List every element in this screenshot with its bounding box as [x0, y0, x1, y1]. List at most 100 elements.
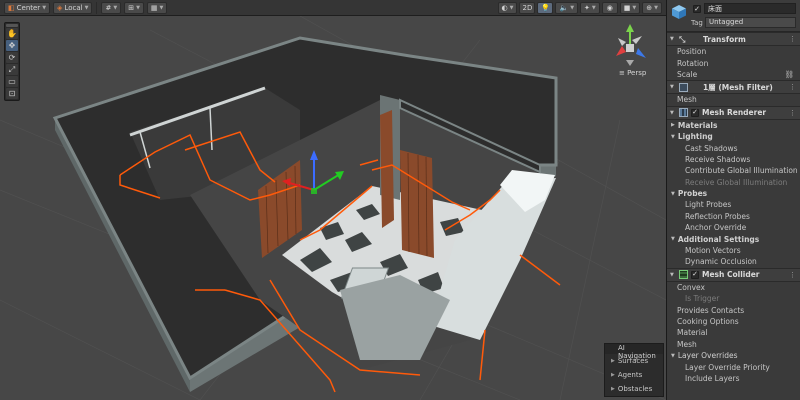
gizmo-axis-x-icon[interactable] — [616, 46, 626, 56]
chevron-down-icon: ▼ — [632, 5, 637, 11]
transform-header[interactable]: ▼ ⤡ Transform ⋮ — [667, 32, 800, 46]
link-icon[interactable]: ⛓ — [784, 70, 794, 79]
convex-field[interactable]: Convex — [667, 282, 800, 293]
motion-vectors-field[interactable]: Motion Vectors — [667, 245, 800, 256]
tag-dropdown[interactable]: Untagged — [705, 17, 796, 28]
property-label: Layer Override Priority — [685, 362, 770, 372]
section-label: Probes — [677, 189, 708, 199]
cast-shadows-field[interactable]: Cast Shadows — [667, 142, 800, 153]
scale-tool-icon[interactable]: ⤢ — [6, 64, 18, 75]
gizmo-neg-y-icon[interactable] — [626, 60, 634, 66]
inspector-panel: ✓ 床面 Tag Untagged ▼ ⤡ Transform ⋮ Positi… — [666, 0, 800, 400]
visibility-toggle-button[interactable]: ◉ — [601, 2, 618, 14]
gizmo-center-cube[interactable] — [626, 44, 634, 52]
object-name-field[interactable]: 床面 — [704, 3, 796, 14]
gizmo-neg-axis-icon[interactable] — [618, 38, 626, 46]
collider-mesh-field[interactable]: Mesh — [667, 339, 800, 350]
dynamic-occlusion-field[interactable]: Dynamic Occlusion — [667, 256, 800, 267]
door-right — [400, 150, 434, 258]
ai-nav-item-agents[interactable]: ▶ Agents — [605, 368, 663, 382]
light-probes-field[interactable]: Light Probes — [667, 199, 800, 210]
increment-snap-button[interactable]: ⊞ ▼ — [124, 1, 144, 14]
kebab-menu-icon[interactable]: ⋮ — [789, 83, 796, 91]
pivot-rotation-label: Local — [64, 3, 83, 12]
ai-navigation-overlay: AI Navigation ▶ Surfaces ▶ Agents ▶ Obst… — [604, 343, 664, 397]
chevron-right-icon: ▶ — [671, 122, 675, 129]
ai-nav-item-obstacles[interactable]: ▶ Obstacles — [605, 382, 663, 396]
property-label: Scale — [677, 69, 698, 79]
chevron-right-icon: ▶ — [611, 372, 615, 378]
pivot-rotation-dropdown[interactable]: ◈ Local ▼ — [53, 1, 93, 14]
active-checkbox[interactable]: ✓ — [693, 5, 701, 13]
contribute-gi-field[interactable]: Contribute Global Illumination — [667, 165, 800, 176]
audio-toggle-button[interactable]: 🔈 ▼ — [555, 2, 579, 14]
grid-visibility-button[interactable]: ▦ ▼ — [146, 1, 168, 14]
palette-grip[interactable] — [6, 24, 18, 27]
mesh-renderer-enabled-checkbox[interactable]: ✓ — [691, 108, 699, 117]
lighting-toggle-button[interactable]: 💡 — [537, 2, 554, 14]
materials-section[interactable]: ▶ Materials — [667, 120, 800, 131]
receive-shadows-field[interactable]: Receive Shadows — [667, 154, 800, 165]
eye-slash-icon: ◉ — [606, 4, 613, 12]
gizmo-plane-handle[interactable] — [311, 188, 317, 194]
scene-view[interactable]: ◧ Center ▼ ◈ Local ▼ # ▼ ⊞ ▼ ▦ ▼ ◐ ▼ 2D … — [0, 0, 666, 400]
kebab-menu-icon[interactable]: ⋮ — [789, 35, 796, 43]
cooking-options-field[interactable]: Cooking Options — [667, 316, 800, 327]
kebab-menu-icon[interactable]: ⋮ — [789, 109, 796, 117]
chevron-down-icon: ▼ — [42, 4, 47, 11]
grid-icon: # — [105, 3, 112, 12]
mesh-field[interactable]: Mesh — [667, 94, 800, 105]
effects-button[interactable]: ✦ ▼ — [580, 2, 600, 14]
property-label: Cooking Options — [677, 317, 739, 326]
section-label: Additional Settings — [677, 234, 760, 244]
scene-viewport[interactable] — [0, 16, 666, 400]
reflection-probes-field[interactable]: Reflection Probes — [667, 211, 800, 222]
projection-label[interactable]: ≡ Persp — [619, 69, 646, 77]
transform-tool-icon[interactable]: ⊡ — [6, 88, 18, 99]
provides-contacts-field[interactable]: Provides Contacts — [667, 304, 800, 315]
additional-settings-section[interactable]: ▼ Additional Settings — [667, 233, 800, 244]
collider-material-field[interactable]: Material — [667, 327, 800, 338]
rect-tool-icon[interactable]: ▭ — [6, 76, 18, 87]
is-trigger-field: Is Trigger — [667, 293, 800, 304]
position-field[interactable]: Position — [667, 46, 800, 57]
hand-tool-icon[interactable]: ✋ — [6, 28, 18, 39]
cube-icon — [672, 5, 686, 19]
property-label: Material — [677, 328, 708, 338]
property-label: Reflection Probes — [685, 211, 750, 221]
gizmo-axis-z-icon[interactable] — [636, 48, 646, 58]
property-label: Receive Shadows — [685, 154, 751, 164]
transform-icon: ⤡ — [679, 34, 686, 44]
camera-settings-button[interactable]: ■ ▼ — [619, 2, 641, 14]
gizmos-button[interactable]: ⊕ ▼ — [642, 2, 662, 14]
property-label: Anchor Override — [685, 223, 747, 233]
grid-snap-button[interactable]: # ▼ — [101, 1, 122, 14]
chevron-down-icon: ▼ — [84, 4, 89, 11]
probes-section[interactable]: ▼ Probes — [667, 188, 800, 199]
tag-label: Tag — [691, 19, 703, 27]
layer-override-priority-field[interactable]: Layer Override Priority — [667, 361, 800, 372]
rotation-field[interactable]: Rotation — [667, 57, 800, 68]
scale-field[interactable]: Scale ⛓ — [667, 69, 800, 80]
layer-overrides-section[interactable]: ▼ Layer Overrides — [667, 350, 800, 361]
move-tool-icon[interactable]: ✥ — [6, 40, 18, 51]
chevron-down-icon: ▼ — [509, 5, 514, 11]
include-layers-field[interactable]: Include Layers — [667, 373, 800, 384]
toggle-2d-button[interactable]: 2D — [519, 2, 536, 14]
chevron-down-icon: ▼ — [671, 352, 675, 359]
mesh-renderer-header[interactable]: ▼ ✓ Mesh Renderer ⋮ — [667, 105, 800, 120]
kebab-menu-icon[interactable]: ⋮ — [789, 271, 796, 279]
property-label: Rotation — [677, 58, 709, 68]
lighting-section[interactable]: ▼ Lighting — [667, 131, 800, 142]
anchor-override-field[interactable]: Anchor Override — [667, 222, 800, 233]
gizmo-axis-y-icon[interactable] — [626, 24, 634, 32]
gizmo-neg-axis-icon[interactable] — [632, 36, 642, 44]
draw-mode-button[interactable]: ◐ ▼ — [497, 2, 518, 14]
shading-sphere-icon: ◐ — [501, 4, 508, 12]
mesh-collider-enabled-checkbox[interactable]: ✓ — [691, 270, 699, 279]
building-model[interactable] — [52, 36, 561, 393]
mesh-collider-header[interactable]: ▼ ✓ Mesh Collider ⋮ — [667, 267, 800, 282]
rotate-tool-icon[interactable]: ⟳ — [6, 52, 18, 63]
pivot-mode-dropdown[interactable]: ◧ Center ▼ — [4, 1, 51, 14]
mesh-filter-header[interactable]: ▼ 1層 (Mesh Filter) ⋮ — [667, 80, 800, 95]
